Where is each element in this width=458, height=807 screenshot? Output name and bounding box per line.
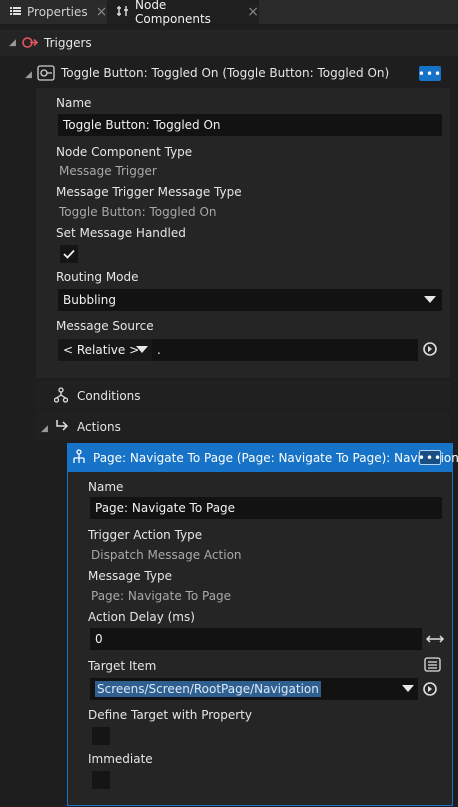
node-component-type-value: Message Trigger: [59, 164, 157, 178]
trigger-item-title: Toggle Button: Toggled On (Toggle Button…: [61, 66, 390, 80]
message-source-label: Message Source: [56, 319, 154, 333]
dropdown-arrow-icon: [424, 296, 436, 303]
tab-node-components-label: Node Components: [135, 0, 211, 26]
close-icon[interactable]: ×: [96, 4, 108, 20]
name-field[interactable]: Page: Navigate To Page: [90, 497, 442, 519]
message-source-relative-dropdown[interactable]: < Relative >: [58, 339, 152, 361]
tab-properties[interactable]: Properties ×: [0, 0, 108, 24]
triggers-label: Triggers: [44, 36, 92, 50]
target-item-value: Screens/Screen/RootPage/Navigation: [95, 681, 321, 697]
navigate-action-icon: [71, 449, 89, 468]
node-components-icon: [116, 5, 129, 20]
name-label: Name: [88, 480, 124, 494]
conditions-label: Conditions: [77, 389, 141, 403]
message-source-path-field[interactable]: .: [152, 339, 418, 361]
routing-mode-label: Routing Mode: [56, 270, 139, 284]
reset-icon[interactable]: [422, 681, 438, 700]
tab-node-components[interactable]: Node Components ×: [107, 0, 259, 26]
more-options-button[interactable]: •••: [418, 450, 441, 465]
message-source-relative-value: < Relative >: [63, 343, 140, 357]
close-icon[interactable]: ×: [247, 4, 259, 20]
message-type-value: Page: Navigate To Page: [91, 589, 232, 603]
chevron-down-icon[interactable]: ◢: [9, 38, 16, 48]
dropdown-arrow-icon: [402, 685, 414, 692]
immediate-checkbox[interactable]: [92, 771, 110, 789]
trigger-icon: [22, 36, 39, 52]
routing-mode-value: Bubbling: [63, 293, 116, 307]
routing-mode-dropdown[interactable]: Bubbling: [58, 289, 442, 311]
trigger-action-type-value: Dispatch Message Action: [91, 548, 242, 562]
trigger-action-type-label: Trigger Action Type: [88, 528, 203, 542]
immediate-label: Immediate: [88, 752, 153, 766]
actions-label: Actions: [77, 420, 121, 434]
define-target-label: Define Target with Property: [88, 708, 252, 722]
action-delay-field[interactable]: 0: [90, 628, 422, 650]
reset-icon[interactable]: [422, 341, 438, 360]
browse-icon[interactable]: [424, 657, 441, 675]
target-item-label: Target Item: [88, 659, 157, 673]
tab-properties-label: Properties: [27, 5, 88, 19]
target-item-dropdown[interactable]: Screens/Screen/RootPage/Navigation: [90, 678, 418, 700]
more-options-button[interactable]: •••: [418, 66, 441, 81]
message-trigger-icon: [37, 65, 55, 84]
message-trigger-message-type-value: Toggle Button: Toggled On: [59, 205, 217, 219]
message-trigger-message-type-label: Message Trigger Message Type: [56, 185, 242, 199]
list-icon: [10, 6, 21, 19]
chevron-down-icon[interactable]: ◢: [25, 70, 32, 80]
checkmark-icon: [63, 249, 75, 259]
actions-icon: [55, 419, 69, 436]
action-item-title: Page: Navigate To Page (Page: Navigate T…: [93, 451, 458, 465]
chevron-down-icon[interactable]: ◢: [41, 424, 48, 434]
conditions-icon: [53, 387, 69, 406]
set-message-handled-label: Set Message Handled: [56, 226, 186, 240]
name-label: Name: [56, 96, 92, 110]
resize-horizontal-icon[interactable]: [425, 633, 445, 648]
node-component-type-label: Node Component Type: [56, 145, 193, 159]
name-field[interactable]: Toggle Button: Toggled On: [58, 114, 442, 136]
dropdown-arrow-icon: [136, 346, 148, 353]
action-delay-label: Action Delay (ms): [88, 610, 195, 624]
set-message-handled-checkbox[interactable]: [60, 245, 78, 263]
define-target-checkbox[interactable]: [92, 727, 110, 745]
message-type-label: Message Type: [88, 569, 172, 583]
